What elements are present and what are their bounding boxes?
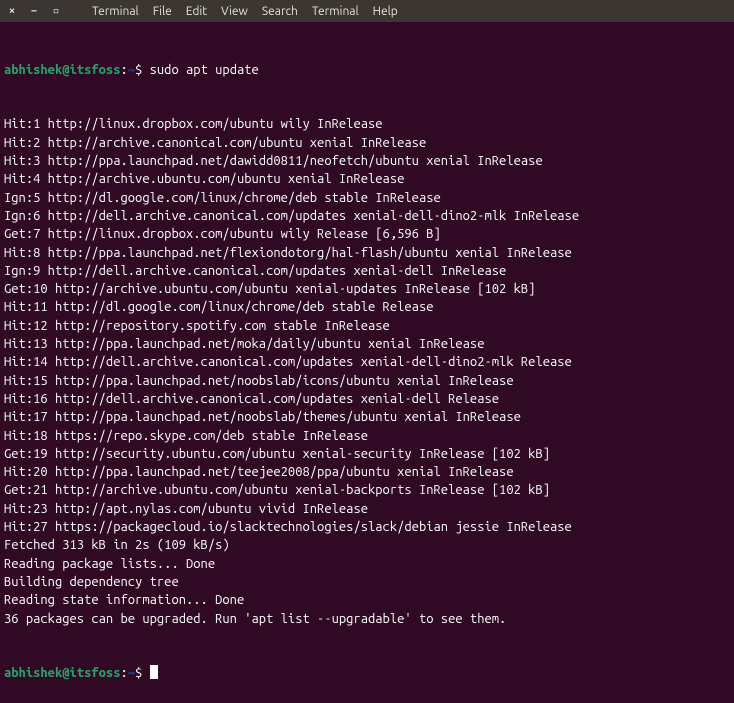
- output-line: Hit:8 http://ppa.launchpad.net/flexiondo…: [4, 244, 730, 262]
- output-line: Reading package lists... Done: [4, 555, 730, 573]
- prompt-user-host: abhishek@itsfoss: [4, 63, 120, 77]
- output-line: Hit:14 http://dell.archive.canonical.com…: [4, 353, 730, 371]
- terminal-viewport[interactable]: abhishek@itsfoss:~$ sudo apt update Hit:…: [0, 22, 734, 703]
- menu-terminal2[interactable]: Terminal: [308, 3, 363, 20]
- output-line: Hit:13 http://ppa.launchpad.net/moka/dai…: [4, 335, 730, 353]
- maximize-icon[interactable]: ▫: [50, 5, 62, 17]
- prompt-dollar: $: [135, 666, 142, 680]
- prompt-path: ~: [128, 666, 135, 680]
- output-line: Ign:9 http://dell.archive.canonical.com/…: [4, 262, 730, 280]
- output-line: Hit:1 http://linux.dropbox.com/ubuntu wi…: [4, 115, 730, 133]
- output-line: Hit:27 https://packagecloud.io/slacktech…: [4, 518, 730, 536]
- output-line: Get:21 http://archive.ubuntu.com/ubuntu …: [4, 481, 730, 499]
- prompt-user-host: abhishek@itsfoss: [4, 666, 120, 680]
- output-line: Hit:20 http://ppa.launchpad.net/teejee20…: [4, 463, 730, 481]
- output-line: Hit:3 http://ppa.launchpad.net/dawidd081…: [4, 152, 730, 170]
- menu-terminal[interactable]: Terminal: [88, 3, 143, 20]
- menu-bar: Terminal File Edit View Search Terminal …: [88, 3, 402, 20]
- prompt-path: ~: [128, 63, 135, 77]
- menu-help[interactable]: Help: [369, 3, 402, 20]
- output-block: Hit:1 http://linux.dropbox.com/ubuntu wi…: [4, 115, 730, 627]
- window-controls: × − ▫: [6, 5, 62, 17]
- prompt-colon: :: [120, 63, 127, 77]
- output-line: Reading state information... Done: [4, 591, 730, 609]
- menu-edit[interactable]: Edit: [182, 3, 211, 20]
- output-line: Hit:18 https://repo.skype.com/deb stable…: [4, 427, 730, 445]
- prompt-line-1: abhishek@itsfoss:~$ sudo apt update: [4, 61, 730, 79]
- output-line: Hit:23 http://apt.nylas.com/ubuntu vivid…: [4, 500, 730, 518]
- output-line: Ign:6 http://dell.archive.canonical.com/…: [4, 207, 730, 225]
- output-line: Hit:4 http://archive.ubuntu.com/ubuntu x…: [4, 170, 730, 188]
- prompt-colon: :: [120, 666, 127, 680]
- output-line: Get:19 http://security.ubuntu.com/ubuntu…: [4, 445, 730, 463]
- command-text: [142, 63, 149, 77]
- command-input: sudo apt update: [150, 63, 259, 77]
- output-line: Get:10 http://archive.ubuntu.com/ubuntu …: [4, 280, 730, 298]
- output-line: Hit:2 http://archive.canonical.com/ubunt…: [4, 134, 730, 152]
- output-line: 36 packages can be upgraded. Run 'apt li…: [4, 610, 730, 628]
- output-line: Fetched 313 kB in 2s (109 kB/s): [4, 536, 730, 554]
- menu-search[interactable]: Search: [258, 3, 302, 20]
- close-icon[interactable]: ×: [6, 5, 18, 17]
- minimize-icon[interactable]: −: [28, 5, 40, 17]
- output-line: Hit:11 http://dl.google.com/linux/chrome…: [4, 298, 730, 316]
- output-line: Get:7 http://linux.dropbox.com/ubuntu wi…: [4, 225, 730, 243]
- output-line: Building dependency tree: [4, 573, 730, 591]
- menu-file[interactable]: File: [149, 3, 176, 20]
- output-line: Hit:17 http://ppa.launchpad.net/noobslab…: [4, 408, 730, 426]
- title-bar: × − ▫ Terminal File Edit View Search Ter…: [0, 0, 734, 22]
- cursor: [150, 665, 158, 679]
- output-line: Hit:12 http://repository.spotify.com sta…: [4, 317, 730, 335]
- prompt-line-2: abhishek@itsfoss:~$: [4, 664, 730, 682]
- output-line: Ign:5 http://dl.google.com/linux/chrome/…: [4, 189, 730, 207]
- output-line: Hit:15 http://ppa.launchpad.net/noobslab…: [4, 372, 730, 390]
- menu-view[interactable]: View: [217, 3, 252, 20]
- output-line: Hit:16 http://dell.archive.canonical.com…: [4, 390, 730, 408]
